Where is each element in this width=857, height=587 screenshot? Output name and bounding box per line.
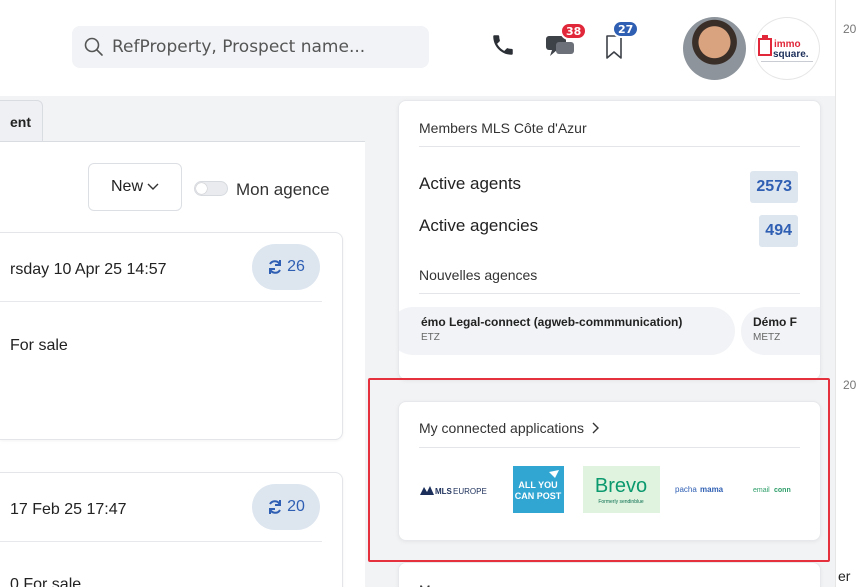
tab-active[interactable]: ent xyxy=(0,100,43,142)
connected-apps-card: My connected applications MLS EUROPE ALL… xyxy=(398,401,821,541)
emailconn-logo-icon: email conn xyxy=(753,487,791,494)
agency-name: Démo F xyxy=(753,315,798,329)
right-edge-panel: 20 20 er xyxy=(835,0,857,587)
chevron-down-icon xyxy=(147,183,159,190)
mon-agence-toggle[interactable] xyxy=(194,181,228,196)
app-mls-europe[interactable]: MLS EUROPE xyxy=(419,482,489,498)
apps-divider xyxy=(419,447,800,448)
bookmarks-count-badge: 27 xyxy=(612,20,640,38)
mls-text: MLS xyxy=(435,487,453,496)
all-you-can-post-logo-icon: ALL YOU CAN POST xyxy=(515,470,562,501)
listing-card[interactable]: rsday 10 Apr 25 14:57 26 For sale xyxy=(0,232,343,440)
listing-date: 17 Feb 25 17:47 xyxy=(10,501,127,518)
tab-label: ent xyxy=(10,113,31,130)
aycp-text-1: ALL YOU xyxy=(518,480,557,490)
next-card: M xyxy=(398,562,821,587)
edge-text-3: er xyxy=(838,568,851,584)
listing-status: For sale xyxy=(10,337,68,354)
refresh-count-pill[interactable]: 26 xyxy=(252,244,320,290)
pacha-text: pacha xyxy=(675,485,697,494)
agency-name: émo Legal-connect (agweb-commmunication) xyxy=(421,315,683,329)
members-title: Members MLS Côte d'Azur xyxy=(419,120,587,136)
refresh-count-pill[interactable]: 20 xyxy=(252,484,320,530)
edge-text-1: 20 xyxy=(843,22,857,36)
europe-text: EUROPE xyxy=(453,487,487,496)
nouvelles-agences-title: Nouvelles agences xyxy=(419,267,538,283)
agency-city: ETZ xyxy=(421,332,440,343)
search-icon xyxy=(84,37,103,56)
connected-apps-link[interactable]: My connected applications xyxy=(419,420,600,436)
brevo-subtext: Formerly sendinblue xyxy=(598,499,644,505)
conn-text: conn xyxy=(774,487,791,494)
brevo-logo-icon: Brevo Formerly sendinblue xyxy=(595,475,647,505)
brevo-text: Brevo xyxy=(595,475,647,497)
immosquare-logo-icon: immo square. xyxy=(758,34,813,62)
app-pachamama[interactable]: pacha mama xyxy=(675,482,737,496)
agency-chip[interactable]: Démo F METZ xyxy=(741,307,820,355)
user-avatar[interactable] xyxy=(683,17,746,80)
card-divider xyxy=(0,541,322,542)
active-agencies-value[interactable]: 494 xyxy=(759,215,798,247)
bookmarks-button[interactable]: 27 xyxy=(604,20,640,65)
top-bar: 38 27 immo square. xyxy=(0,0,835,96)
messages-count-badge: 38 xyxy=(560,22,588,40)
toggle-label: Mon agence xyxy=(236,180,330,199)
email-text: email xyxy=(753,487,770,494)
refresh-icon xyxy=(269,260,282,274)
logo-text-line2: square. xyxy=(773,49,809,60)
apps-row: MLS EUROPE ALL YOU CAN POST Brevo Former… xyxy=(419,464,802,514)
new-dropdown-button[interactable]: New xyxy=(88,163,182,211)
card-divider xyxy=(0,301,322,302)
aycp-text-2: CAN POST xyxy=(515,491,562,501)
agency-chip[interactable]: émo Legal-connect (agweb-commmunication)… xyxy=(399,307,735,355)
refresh-count: 26 xyxy=(287,258,305,275)
messages-button[interactable]: 38 xyxy=(544,22,588,65)
listing-card[interactable]: 17 Feb 25 17:47 20 0 For sale xyxy=(0,472,343,587)
brand-logo[interactable]: immo square. xyxy=(754,17,820,80)
app-emailconn[interactable]: email conn xyxy=(753,482,802,496)
app-all-you-can-post[interactable]: ALL YOU CAN POST xyxy=(513,466,564,513)
refresh-count: 20 xyxy=(287,498,305,515)
pachamama-logo-icon: pacha mama xyxy=(675,485,724,494)
phone-button[interactable] xyxy=(490,32,516,63)
new-label: New xyxy=(110,178,143,195)
next-card-title: M xyxy=(419,582,431,587)
members-divider xyxy=(419,146,800,147)
edge-text-2: 20 xyxy=(843,378,857,392)
active-agents-label: Active agents xyxy=(419,174,522,193)
phone-icon xyxy=(493,35,513,55)
new-agencies-scroller[interactable]: émo Legal-connect (agweb-commmunication)… xyxy=(399,300,820,364)
search-input[interactable] xyxy=(112,37,412,57)
mama-text: mama xyxy=(700,485,724,494)
agency-city: METZ xyxy=(753,332,781,343)
chevron-right-icon xyxy=(592,422,599,434)
nouvelles-divider xyxy=(419,293,800,294)
connected-apps-title: My connected applications xyxy=(419,420,584,436)
listing-status: 0 For sale xyxy=(10,576,82,587)
app-brevo[interactable]: Brevo Formerly sendinblue xyxy=(583,466,660,513)
search-box[interactable] xyxy=(72,26,429,68)
listing-date: rsday 10 Apr 25 14:57 xyxy=(10,261,167,278)
mls-europe-logo-icon: MLS EUROPE xyxy=(420,486,487,496)
active-agents-value[interactable]: 2573 xyxy=(750,171,798,203)
active-agencies-label: Active agencies xyxy=(419,216,539,235)
refresh-icon xyxy=(269,500,282,514)
